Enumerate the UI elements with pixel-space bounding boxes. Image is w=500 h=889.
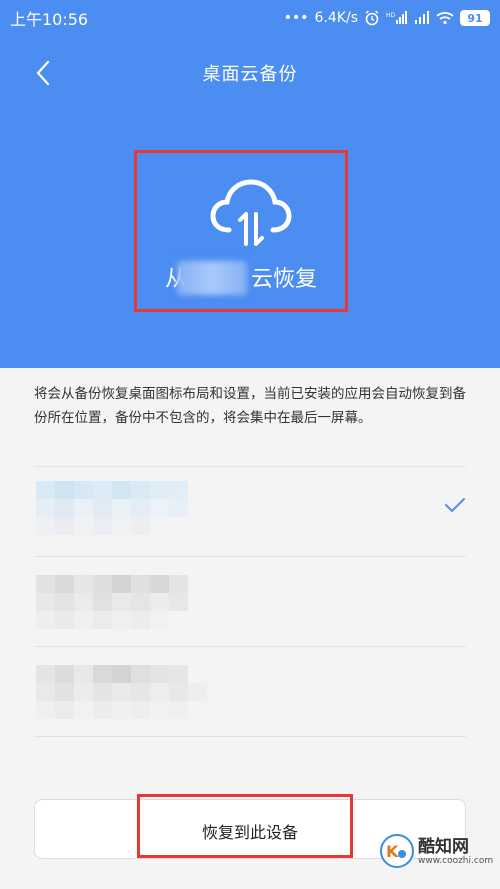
restore-description: 将会从备份恢复桌面图标布局和设置，当前已安装的应用会自动恢复到备份所在位置，备份… <box>34 386 466 426</box>
watermark-url: www.coozhi.com <box>418 856 494 866</box>
blurred-device-info <box>36 499 188 517</box>
svg-text:HD: HD <box>386 12 396 19</box>
alarm-icon <box>364 10 380 26</box>
blurred-device-name <box>36 665 188 683</box>
signal-icon <box>414 11 430 25</box>
content-area: 将会从备份恢复桌面图标布局和设置，当前已安装的应用会自动恢复到备份所在位置，备份… <box>0 368 500 889</box>
status-dots: ••• <box>283 10 309 26</box>
hd-signal-icon: HD <box>386 11 408 25</box>
blurred-device-info <box>36 683 207 701</box>
network-speed: 6.4K/s <box>314 10 358 26</box>
hero-label-suffix: 云恢复 <box>251 267 318 292</box>
restore-from-cloud-highlight[interactable]: 从云恢复 <box>134 150 348 312</box>
blurred-device-date <box>36 701 188 719</box>
blurred-device-date <box>36 517 150 535</box>
svg-text:K: K <box>386 842 399 861</box>
backup-item-2[interactable] <box>34 556 466 646</box>
list-divider <box>34 736 466 737</box>
status-time: 上午10:56 <box>10 10 89 29</box>
status-right: ••• 6.4K/s HD 91 <box>284 10 490 26</box>
checkmark-icon <box>445 498 465 513</box>
header: 上午10:56 ••• 6.4K/s HD 91 桌面云备份 从 云恢复 <box>0 0 500 368</box>
watermark-name: 酷知网 <box>418 837 469 857</box>
status-bar: 上午10:56 ••• 6.4K/s HD 91 <box>0 0 500 36</box>
blurred-text-patch <box>177 261 247 295</box>
backup-item-1[interactable] <box>34 466 466 556</box>
cloud-sync-icon <box>210 179 292 246</box>
blurred-device-date <box>36 611 169 629</box>
coozhi-logo-icon: K <box>380 834 414 868</box>
backup-item-3[interactable] <box>34 646 466 736</box>
watermark: K 酷知网 www.coozhi.com <box>372 826 496 882</box>
nav-bar: 桌面云备份 <box>0 50 500 96</box>
restore-button-highlight <box>137 794 353 858</box>
blurred-device-name <box>36 481 188 499</box>
battery-icon: 91 <box>460 10 490 26</box>
wifi-icon <box>436 11 454 25</box>
page-title: 桌面云备份 <box>202 64 298 85</box>
blurred-device-name <box>36 575 188 593</box>
blurred-device-info <box>36 593 188 611</box>
